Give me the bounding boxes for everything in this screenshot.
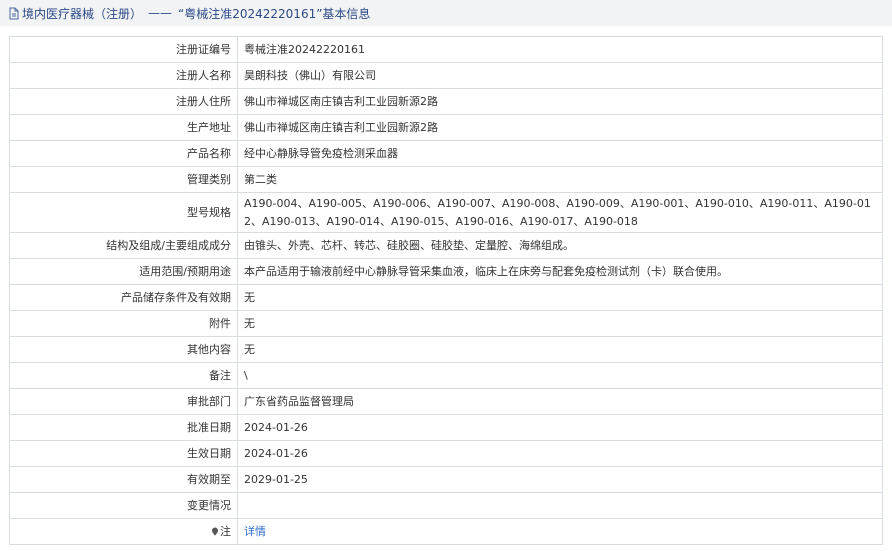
details-link[interactable]: 详情: [244, 525, 266, 538]
row-value: 无: [237, 284, 883, 311]
table-row: 产品储存条件及有效期 无: [9, 284, 883, 311]
row-label: 结构及组成/主要组成成分: [9, 232, 238, 259]
table-row: 注册证编号 粤械注准20242220161: [9, 36, 883, 63]
row-label: 生效日期: [9, 440, 238, 467]
row-label: 适用范围/预期用途: [9, 258, 238, 285]
table-row: 批准日期 2024-01-26: [9, 414, 883, 441]
info-table: 注册证编号 粤械注准20242220161 注册人名称 昊朗科技（佛山）有限公司…: [9, 36, 883, 545]
table-row-note: 注 详情: [9, 518, 883, 545]
row-value: 第二类: [237, 166, 883, 193]
note-value-cell: 详情: [237, 518, 883, 545]
document-icon: [9, 7, 19, 19]
table-row: 生效日期 2024-01-26: [9, 440, 883, 467]
table-row: 附件 无: [9, 310, 883, 337]
row-value: 佛山市禅城区南庄镇吉利工业园新源2路: [237, 114, 883, 141]
header-separator: ——: [148, 6, 173, 20]
row-label: 注册人名称: [9, 62, 238, 89]
row-label: 其他内容: [9, 336, 238, 363]
row-label: 生产地址: [9, 114, 238, 141]
table-row: 注册人住所 佛山市禅城区南庄镇吉利工业园新源2路: [9, 88, 883, 115]
row-label: 变更情况: [9, 492, 238, 519]
row-label: 备注: [9, 362, 238, 389]
row-value: 广东省药品监督管理局: [237, 388, 883, 415]
table-row: 管理类别 第二类: [9, 166, 883, 193]
header-record-title: “粤械注准20242220161”基本信息: [178, 6, 371, 21]
row-value: A190-004、A190-005、A190-006、A190-007、A190…: [237, 192, 883, 233]
row-value: 2024-01-26: [237, 440, 883, 467]
table-row: 适用范围/预期用途 本产品适用于输液前经中心静脉导管采集血液，临床上在床旁与配套…: [9, 258, 883, 285]
row-value: 经中心静脉导管免疫检测采血器: [237, 140, 883, 167]
table-row: 审批部门 广东省药品监督管理局: [9, 388, 883, 415]
header-category: 境内医疗器械（注册）: [22, 6, 143, 21]
row-value: \: [237, 362, 883, 389]
row-value: 昊朗科技（佛山）有限公司: [237, 62, 883, 89]
table-row: 型号规格 A190-004、A190-005、A190-006、A190-007…: [9, 192, 883, 233]
note-label-cell: 注: [9, 518, 238, 545]
row-label: 有效期至: [9, 466, 238, 493]
table-row: 注册人名称 昊朗科技（佛山）有限公司: [9, 62, 883, 89]
row-label: 产品储存条件及有效期: [9, 284, 238, 311]
row-value: 2029-01-25: [237, 466, 883, 493]
table-row: 备注 \: [9, 362, 883, 389]
row-value: 本产品适用于输液前经中心静脉导管采集血液，临床上在床旁与配套免疫检测试剂（卡）联…: [237, 258, 883, 285]
row-label: 审批部门: [9, 388, 238, 415]
table-row: 变更情况: [9, 492, 883, 519]
row-label: 注册人住所: [9, 88, 238, 115]
row-label: 附件: [9, 310, 238, 337]
row-value: 2024-01-26: [237, 414, 883, 441]
row-value: 无: [237, 336, 883, 363]
row-value: 由锥头、外壳、芯杆、转芯、硅胶圈、硅胶垫、定量腔、海绵组成。: [237, 232, 883, 259]
row-value: 佛山市禅城区南庄镇吉利工业园新源2路: [237, 88, 883, 115]
table-row: 其他内容 无: [9, 336, 883, 363]
table-row: 生产地址 佛山市禅城区南庄镇吉利工业园新源2路: [9, 114, 883, 141]
note-label: 注: [220, 524, 231, 538]
row-value: 无: [237, 310, 883, 337]
table-row: 产品名称 经中心静脉导管免疫检测采血器: [9, 140, 883, 167]
row-label: 注册证编号: [9, 36, 238, 63]
row-label: 管理类别: [9, 166, 238, 193]
location-pin-icon: [212, 527, 218, 535]
row-value: [237, 492, 883, 519]
page-header: 境内医疗器械（注册） —— “粤械注准20242220161”基本信息: [0, 0, 892, 26]
row-label: 型号规格: [9, 192, 238, 233]
table-row: 结构及组成/主要组成成分 由锥头、外壳、芯杆、转芯、硅胶圈、硅胶垫、定量腔、海绵…: [9, 232, 883, 259]
row-value: 粤械注准20242220161: [237, 36, 883, 63]
row-label: 产品名称: [9, 140, 238, 167]
row-label: 批准日期: [9, 414, 238, 441]
table-row: 有效期至 2029-01-25: [9, 466, 883, 493]
